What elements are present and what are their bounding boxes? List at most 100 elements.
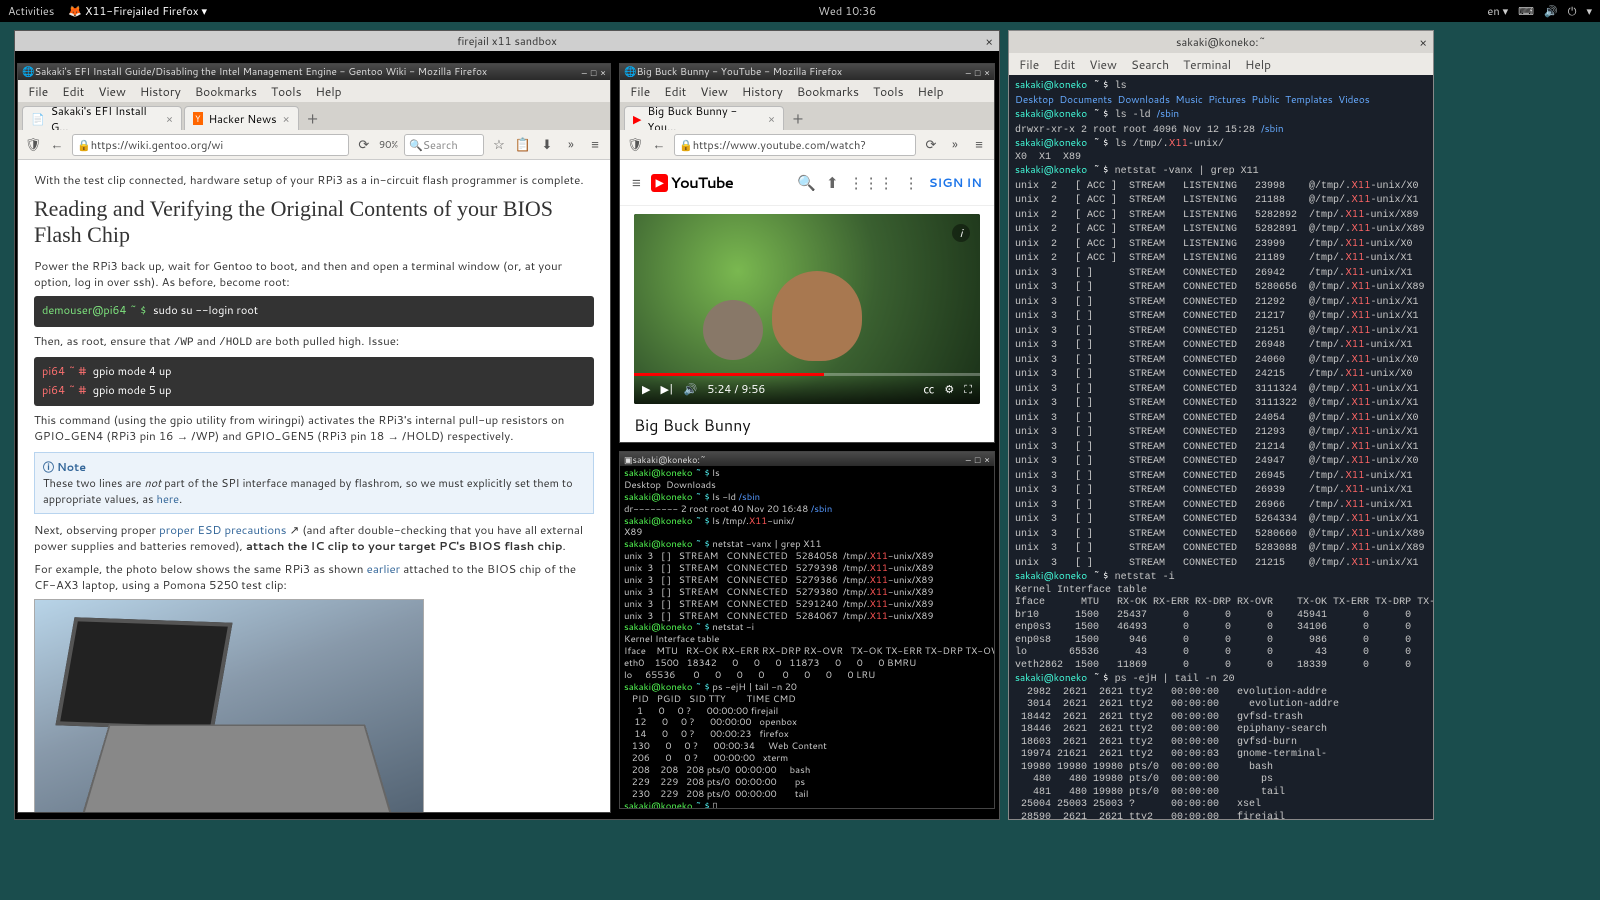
term-max[interactable]: □ [975, 453, 980, 466]
term-close[interactable]: × [984, 453, 990, 466]
url-bar[interactable]: 🔒 https://wiki.gentoo.org/wi [72, 134, 349, 156]
fullscreen-button[interactable]: ⛶ [964, 381, 972, 397]
menu-bookmarks[interactable]: Bookmarks [797, 83, 859, 100]
ff1-min-button[interactable]: – [582, 66, 587, 79]
ff2-min-button[interactable]: – [966, 66, 971, 79]
ff2-menubar: File Edit View History Bookmarks Tools H… [620, 80, 994, 102]
star-icon[interactable]: ☆ [490, 136, 508, 154]
ff2-max-button[interactable]: □ [975, 66, 980, 79]
zoom-level[interactable]: 90% [379, 138, 398, 152]
menu-tools[interactable]: Tools [271, 83, 302, 100]
upload-icon[interactable]: ⬆ [826, 172, 839, 193]
dropdown-icon[interactable]: ▾ [1586, 3, 1592, 19]
menu-view[interactable]: View [98, 83, 126, 100]
menu-help[interactable]: Help [316, 83, 342, 100]
shield-icon[interactable]: 🛡 [626, 136, 644, 154]
info-icon[interactable]: i [952, 224, 970, 242]
power-icon[interactable]: ⏻ [1568, 3, 1577, 19]
menu-bookmarks[interactable]: Bookmarks [195, 83, 257, 100]
menu-edit[interactable]: Edit [62, 83, 84, 100]
menu-view[interactable]: View [1089, 56, 1117, 73]
url-bar[interactable]: 🔒 https://www.youtube.com/watch? [674, 134, 916, 156]
firefox-window-wiki: 🌐 Sakaki's EFI Install Guide/Disabling t… [17, 63, 611, 813]
ff1-max-button[interactable]: □ [591, 66, 596, 79]
volume-button[interactable]: 🔊 [684, 381, 698, 397]
app-menu-label: X11-Firejailed Firefox ▾ [85, 3, 207, 19]
wiki-p1: Power the RPi3 back up, wait for Gentoo … [34, 258, 594, 290]
host-terminal-body[interactable]: sakaki@koneko ~ $ ls Desktop Documents D… [1009, 75, 1433, 819]
library-icon[interactable]: 📋 [514, 136, 532, 154]
host-close-button[interactable]: × [1419, 34, 1427, 51]
menu-tools[interactable]: Tools [873, 83, 904, 100]
menu-help[interactable]: Help [918, 83, 944, 100]
reload-button[interactable]: ⟳ [355, 136, 373, 154]
back-button[interactable]: ← [650, 136, 668, 154]
sandbox-titlebar[interactable]: firejail x11 sandbox × [15, 31, 999, 51]
tab-yt-close[interactable]: × [768, 111, 775, 127]
host-titlebar[interactable]: sakaki@koneko:~ × [1009, 31, 1433, 53]
download-icon[interactable]: ⬇ [538, 136, 556, 154]
ff2-close-button[interactable]: × [984, 66, 990, 79]
ff1-titlebar[interactable]: 🌐 Sakaki's EFI Install Guide/Disabling t… [18, 64, 610, 80]
captions-button[interactable]: ㏄ [923, 381, 934, 397]
overflow-icon[interactable]: » [946, 136, 964, 154]
clock[interactable]: Wed 10:36 [207, 3, 1487, 19]
video-title: Big Buck Bunny [634, 414, 980, 437]
shield-icon[interactable]: 🛡 [24, 136, 42, 154]
tab2-close[interactable]: × [283, 111, 290, 127]
ff2-content[interactable]: ≡ ▶YouTube 🔍 ⬆ ⋮⋮⋮ ⋮ SIGN IN i ▶ ▶| 🔊 [620, 160, 994, 442]
menu-help[interactable]: Help [1245, 56, 1271, 73]
activities-button[interactable]: Activities [8, 3, 54, 19]
menu-history[interactable]: History [140, 83, 181, 100]
back-button[interactable]: ← [48, 136, 66, 154]
search-icon[interactable]: 🔍 [797, 172, 816, 193]
term-min[interactable]: – [966, 453, 971, 466]
overflow-icon[interactable]: » [562, 136, 580, 154]
ff2-toolbar: 🛡 ← 🔒 https://www.youtube.com/watch? ⟳ »… [620, 130, 994, 160]
menu-file[interactable]: File [1019, 56, 1039, 73]
hamburger-icon[interactable]: ≡ [586, 136, 604, 154]
ff1-toolbar: 🛡 ← 🔒 https://wiki.gentoo.org/wi ⟳ 90% 🔍… [18, 130, 610, 160]
reload-button[interactable]: ⟳ [922, 136, 940, 154]
menu-terminal[interactable]: Terminal [1183, 56, 1231, 73]
menu-edit[interactable]: Edit [1053, 56, 1075, 73]
term-inner-body[interactable]: sakaki@koneko ~ $ ls Desktop Downloads s… [620, 466, 994, 808]
gear-icon[interactable]: ⚙ [944, 381, 954, 397]
next-button[interactable]: ▶| [660, 381, 673, 397]
earlier-link[interactable]: earlier [367, 560, 400, 577]
yt-menu-icon[interactable]: ≡ [632, 172, 641, 193]
volume-icon[interactable]: 🔊 [1544, 3, 1558, 19]
menu-file[interactable]: File [630, 83, 650, 100]
keyboard-icon[interactable]: ⌨ [1518, 3, 1534, 19]
search-bar[interactable]: 🔍Search [404, 134, 484, 156]
tab1-close[interactable]: × [166, 111, 173, 127]
menu-edit[interactable]: Edit [664, 83, 686, 100]
wiki-p5: For example, the photo below shows the s… [34, 561, 594, 593]
term-inner-titlebar[interactable]: ▣ sakaki@koneko:~ –□× [620, 452, 994, 466]
menu-file[interactable]: File [28, 83, 48, 100]
ff2-titlebar[interactable]: 🌐 Big Buck Bunny - YouTube - Mozilla Fir… [620, 64, 994, 80]
tab-hacker-news[interactable]: Y Hacker News × [184, 106, 299, 130]
note-link[interactable]: here [157, 491, 180, 507]
play-button[interactable]: ▶ [642, 381, 650, 397]
signin-button[interactable]: SIGN IN [929, 174, 982, 191]
host-title-text: sakaki@koneko:~ [1176, 34, 1266, 50]
new-tab-button[interactable]: + [786, 106, 810, 130]
menu-search[interactable]: Search [1131, 56, 1169, 73]
new-tab-button[interactable]: + [301, 106, 325, 130]
settings-icon[interactable]: ⋮ [904, 172, 919, 193]
sandbox-close-button[interactable]: × [985, 33, 993, 50]
menu-view[interactable]: View [700, 83, 728, 100]
hamburger-icon[interactable]: ≡ [970, 136, 988, 154]
esd-link[interactable]: proper ESD precautions [159, 521, 286, 538]
app-menu[interactable]: 🦊 X11-Firejailed Firefox ▾ [68, 3, 207, 19]
network-indicator[interactable]: en ▾ [1487, 3, 1508, 19]
tab-youtube[interactable]: ▶ Big Buck Bunny - You… × [624, 106, 784, 130]
video-player[interactable]: i ▶ ▶| 🔊 5:24 / 9:56 ㏄ ⚙ ⛶ [634, 214, 980, 404]
apps-icon[interactable]: ⋮⋮⋮ [849, 172, 894, 193]
ff1-close-button[interactable]: × [600, 66, 606, 79]
tab-gentoo-wiki[interactable]: 📄 Sakaki's EFI Install G… × [22, 106, 182, 130]
ff1-content[interactable]: With the test clip connected, hardware s… [18, 160, 610, 812]
menu-history[interactable]: History [742, 83, 783, 100]
youtube-logo[interactable]: ▶YouTube [651, 172, 733, 193]
